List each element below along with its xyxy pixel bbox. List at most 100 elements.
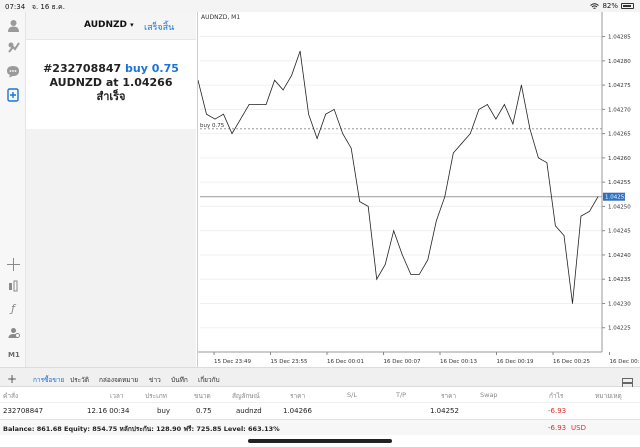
- cell-volume: 0.75: [196, 407, 212, 415]
- price-point: [512, 123, 514, 125]
- price-point: [291, 75, 292, 76]
- y-tick-label: 1.04275: [608, 83, 631, 89]
- price-point: [384, 264, 386, 265]
- trade-icon[interactable]: [6, 40, 20, 54]
- col-sl: S/L: [347, 391, 357, 399]
- price-point: [223, 113, 224, 115]
- price-line-series: [198, 50, 599, 304]
- cell-profit: -6.93: [548, 407, 567, 415]
- tab-news[interactable]: ข่าว: [149, 375, 161, 385]
- col-time: เวลา: [110, 392, 124, 400]
- symbol-name: AUDNZD: [84, 20, 127, 30]
- terminal-tab-bar: + การซื้อขาย ประวัติ กล่องจดหมาย ข่าว บั…: [0, 367, 640, 388]
- price-point: [555, 225, 556, 227]
- price-point: [563, 235, 565, 236]
- tab-about[interactable]: เกี่ยวกับ: [198, 375, 220, 385]
- account-icon[interactable]: [6, 18, 20, 32]
- chat-icon[interactable]: [6, 64, 20, 78]
- x-tick-label: 16 Dec 00:19: [497, 359, 534, 365]
- price-point: [265, 104, 267, 105]
- symbol-selector[interactable]: AUDNZD ▾: [84, 20, 134, 30]
- cell-type: buy: [157, 407, 171, 415]
- settings-icon[interactable]: [6, 325, 20, 339]
- price-point: [376, 278, 378, 280]
- trade-result-panel: AUDNZD ▾ เสร็จสิ้น #232708847 buy 0.75 A…: [26, 12, 196, 129]
- price-point: [444, 196, 446, 198]
- chart-canvas[interactable]: 1.04285 1.04280 1.04275 1.04270 1.04265 1.042…: [198, 12, 640, 367]
- price-point: [469, 133, 471, 134]
- price-point: [452, 152, 454, 154]
- x-tick-label: 15 Dec 23:55: [271, 359, 308, 365]
- y-tick-label: 1.04280: [608, 59, 631, 65]
- tab-mailbox[interactable]: กล่องจดหมาย: [99, 375, 138, 385]
- col-type: ประเภท: [145, 392, 167, 400]
- price-point: [257, 104, 258, 105]
- price-point: [248, 104, 250, 105]
- price-point: [325, 113, 327, 115]
- price-point: [367, 206, 369, 207]
- battery-icon: [621, 3, 634, 9]
- price-point: [589, 210, 590, 212]
- y-tick-label: 1.04235: [608, 277, 631, 283]
- indicator-icon[interactable]: ƒ: [6, 301, 20, 315]
- tab-history[interactable]: ประวัติ: [70, 375, 89, 385]
- price-point: [401, 254, 403, 256]
- price-point: [231, 133, 233, 134]
- objects-icon[interactable]: [6, 279, 20, 293]
- order-action: buy 0.75: [125, 62, 179, 75]
- table-header: คำสั่ง เวลา ประเภท ขนาด สัญลักษณ์ ราคา S…: [0, 387, 640, 403]
- buy-level-label: buy 0.75: [200, 123, 225, 129]
- x-tick-label: 16 Dec 00:01: [327, 359, 364, 365]
- y-tick-label: 1.04285: [608, 35, 631, 41]
- col-comment: หมายเหตุ: [595, 392, 622, 400]
- price-point: [435, 220, 437, 222]
- status-bar: 07:34 จ. 16 ธ.ค. 82%: [0, 0, 640, 12]
- y-tick-label: 1.04265: [608, 132, 631, 138]
- col-symbol: สัญลักษณ์: [232, 392, 260, 400]
- y-tick-label: 1.04255: [608, 180, 631, 186]
- price-point: [316, 138, 318, 139]
- x-tick-label: 16 Dec 00:13: [440, 359, 477, 365]
- order-id: #232708847: [43, 62, 122, 75]
- price-point: [274, 79, 275, 81]
- cell-time: 12.16 00:34: [87, 407, 130, 415]
- fill-price: 1.04266: [122, 76, 173, 89]
- currency: USD: [571, 424, 586, 432]
- date: จ. 16 ธ.ค.: [31, 3, 65, 11]
- cell-open-price: 1.04266: [283, 407, 312, 415]
- done-button[interactable]: เสร็จสิ้น: [144, 20, 174, 34]
- col-open-price: ราคา: [290, 392, 306, 400]
- price-prefix: AUDNZD at: [49, 76, 119, 89]
- new-order-icon[interactable]: [6, 88, 20, 102]
- price-point: [418, 274, 420, 275]
- cell-order: 232708847: [3, 407, 44, 415]
- price-point: [333, 109, 335, 110]
- col-order: คำสั่ง: [3, 392, 19, 400]
- price-point: [495, 118, 497, 120]
- price-point: [359, 201, 361, 202]
- x-tick-label: 16 Dec 00:31: [610, 359, 640, 365]
- table-row[interactable]: 232708847 12.16 00:34 buy 0.75 audnzd 1.…: [0, 403, 640, 419]
- timeframe-button[interactable]: M1: [8, 351, 20, 359]
- price-chart[interactable]: AUDNZD, M1 1.04285 1.04280 1.04275 1.04270 1…: [197, 12, 640, 367]
- col-swap: Swap: [480, 391, 498, 399]
- price-point: [487, 104, 488, 105]
- col-tp: T/P: [396, 391, 407, 399]
- balance-summary: Balance: 861.68 Equity: 854.75 หลักประกั…: [3, 425, 280, 433]
- y-tick-label: 1.04245: [608, 229, 631, 235]
- col-profit: กำไร: [549, 392, 564, 400]
- order-confirmation: #232708847 buy 0.75 AUDNZD at 1.04266 สำ…: [26, 62, 196, 104]
- y-tick-label: 1.04250: [608, 204, 631, 210]
- price-point: [350, 147, 352, 149]
- price-point: [521, 84, 522, 86]
- price-point: [240, 118, 241, 120]
- tab-journal[interactable]: บันทึก: [171, 375, 188, 385]
- price-point: [393, 230, 395, 232]
- add-icon[interactable]: +: [7, 372, 17, 386]
- result-status: สำเร็จ: [96, 90, 126, 103]
- crosshair-icon[interactable]: [6, 257, 20, 271]
- price-point: [214, 118, 216, 120]
- price-point: [572, 303, 573, 304]
- panel-background: [26, 129, 196, 367]
- x-tick-label: 16 Dec 00:25: [553, 359, 590, 365]
